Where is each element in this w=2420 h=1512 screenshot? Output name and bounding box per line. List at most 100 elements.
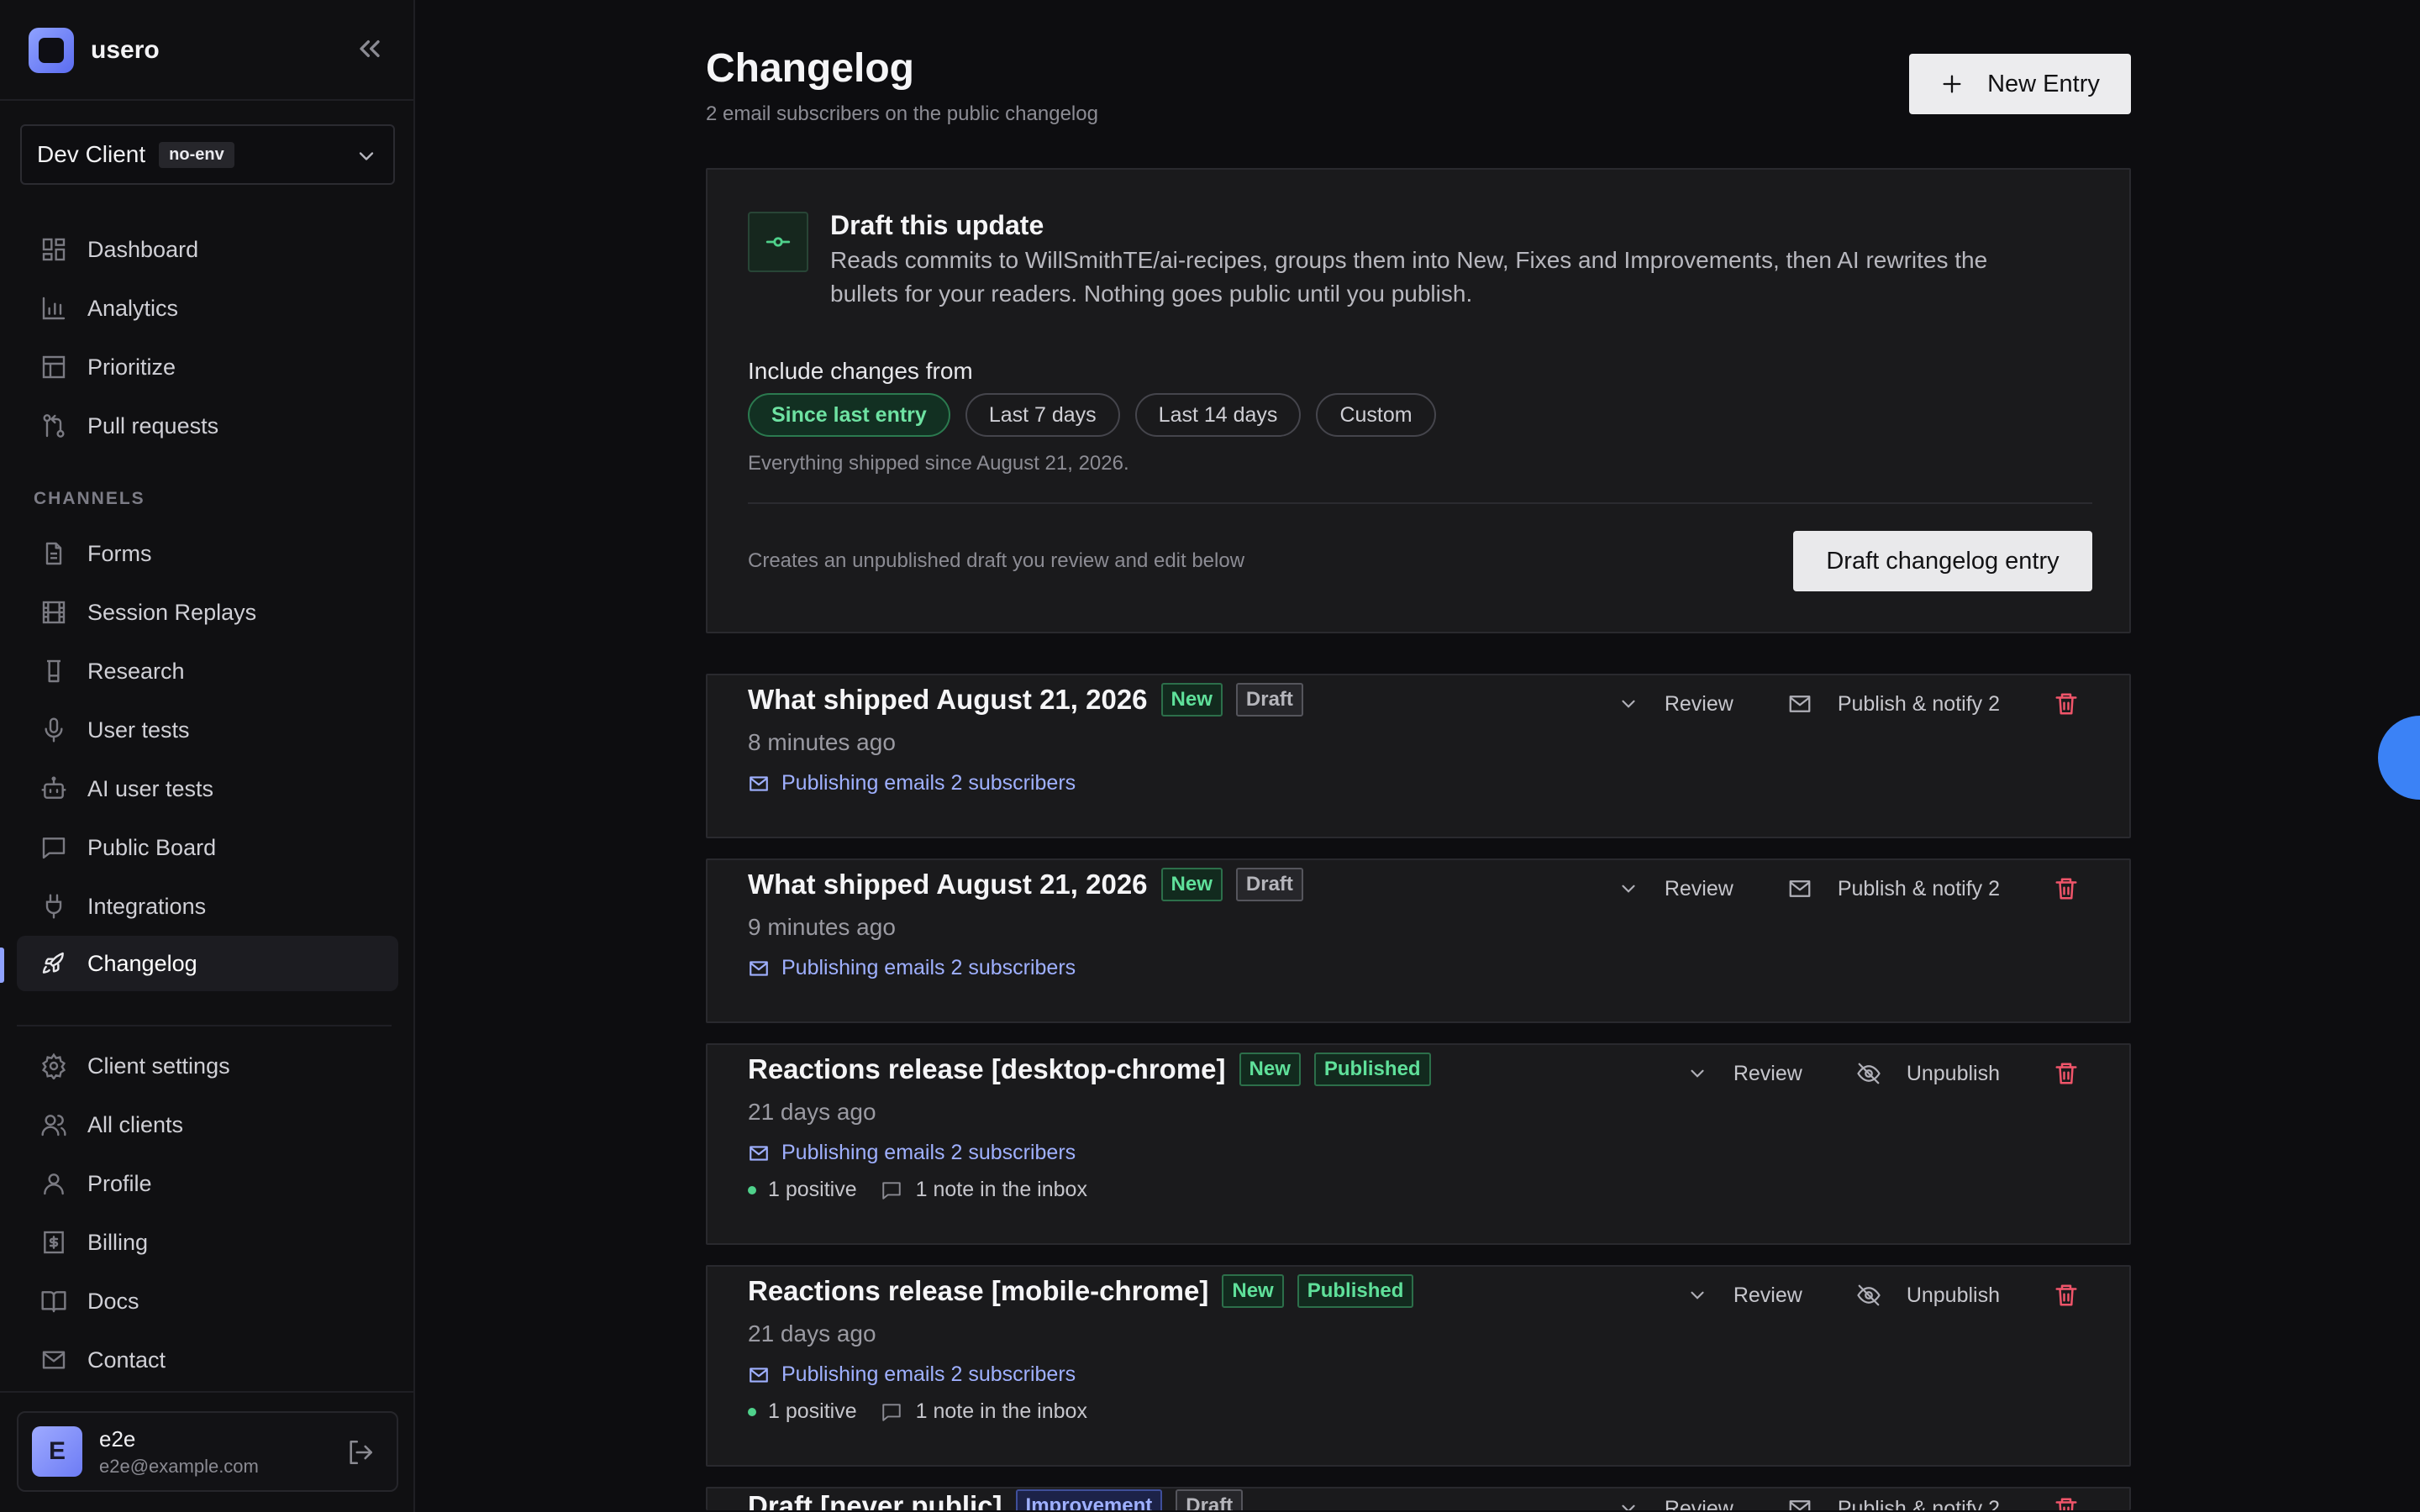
entry-mail-status[interactable]: Publishing emails 2 subscribers bbox=[748, 956, 1076, 980]
entry-title[interactable]: What shipped August 21, 2026 bbox=[748, 869, 1148, 900]
chevron-down-icon bbox=[1691, 1069, 1704, 1078]
mail-icon bbox=[750, 1367, 768, 1383]
nav-analytics[interactable]: Analytics bbox=[17, 281, 398, 336]
nav-ai-user-tests[interactable]: AI user tests bbox=[17, 761, 398, 816]
positive-count: 1 positive bbox=[768, 1178, 857, 1201]
publish-notify-button[interactable]: Publish & notify 2 bbox=[1787, 1496, 2000, 1510]
entry-title[interactable]: Reactions release [desktop-chrome] bbox=[748, 1053, 1226, 1085]
nav-docs[interactable]: Docs bbox=[17, 1273, 398, 1329]
entry-mail-status[interactable]: Publishing emails 2 subscribers bbox=[748, 1141, 1076, 1165]
entry-mail-text: Publishing emails 2 subscribers bbox=[781, 956, 1076, 979]
collapse-sidebar-icon[interactable] bbox=[353, 32, 387, 66]
range-last-14-days[interactable]: Last 14 days bbox=[1134, 393, 1302, 437]
trash-icon[interactable] bbox=[2054, 876, 2079, 901]
nav-research[interactable]: Research bbox=[17, 643, 398, 699]
mail-icon bbox=[42, 1351, 66, 1369]
users-icon bbox=[41, 1115, 66, 1137]
comment-icon bbox=[881, 1181, 901, 1200]
nav-label: Docs bbox=[87, 1288, 139, 1314]
sidebar: usero Dev Client no-env Dashboard Analyt… bbox=[0, 0, 415, 1512]
range-since-last-entry[interactable]: Since last entry bbox=[748, 393, 950, 437]
floating-help-button[interactable] bbox=[2378, 716, 2420, 800]
nav-changelog[interactable]: Changelog bbox=[17, 936, 398, 991]
positive-count: 1 positive bbox=[768, 1399, 857, 1423]
review-button[interactable]: Review bbox=[1686, 1284, 1802, 1308]
brand[interactable]: usero bbox=[29, 27, 160, 74]
entry-actions: Review Publish & notify 2 bbox=[1564, 872, 2079, 906]
entry-mail-text: Publishing emails 2 subscribers bbox=[781, 771, 1076, 795]
rocket-icon bbox=[42, 952, 64, 974]
range-hint: Everything shipped since August 21, 2026… bbox=[748, 452, 1129, 475]
new-entry-label: New Entry bbox=[1987, 70, 2100, 97]
nav-user-tests[interactable]: User tests bbox=[17, 702, 398, 758]
review-label: Review bbox=[1664, 691, 1733, 716]
nav-all-clients[interactable]: All clients bbox=[17, 1097, 398, 1152]
changelog-entry: What shipped August 21, 2026 New Draft 8… bbox=[706, 674, 2131, 838]
nav-prioritize[interactable]: Prioritize bbox=[17, 339, 398, 395]
nav-label: User tests bbox=[87, 717, 190, 743]
trash-icon[interactable] bbox=[2054, 1283, 2079, 1308]
dashboard-icon bbox=[42, 238, 66, 261]
new-entry-button[interactable]: New Entry bbox=[1909, 54, 2131, 114]
review-button[interactable]: Review bbox=[1618, 877, 1733, 901]
nav-public-board[interactable]: Public Board bbox=[17, 820, 398, 875]
active-nav-indicator bbox=[0, 948, 4, 983]
notes-count[interactable]: 1 note in the inbox bbox=[916, 1399, 1087, 1424]
review-button[interactable]: Review bbox=[1618, 1497, 1733, 1510]
trash-icon[interactable] bbox=[2054, 691, 2079, 717]
git-commit-icon bbox=[748, 212, 808, 272]
unpublish-button[interactable]: Unpublish bbox=[1856, 1061, 2000, 1086]
nav-dashboard[interactable]: Dashboard bbox=[17, 222, 398, 277]
entry-title[interactable]: Draft [never public] bbox=[748, 1490, 1002, 1510]
badge-new: New bbox=[1160, 683, 1223, 717]
entry-stats: 1 positive 1 note in the inbox bbox=[748, 1178, 1087, 1202]
entry-mail-status[interactable]: Publishing emails 2 subscribers bbox=[748, 1362, 1076, 1387]
nav-contact[interactable]: Contact bbox=[17, 1332, 398, 1388]
comment-icon bbox=[881, 1403, 901, 1421]
user-email: e2e@example.com bbox=[99, 1455, 259, 1477]
trash-icon[interactable] bbox=[2054, 1496, 2079, 1510]
chevron-down-icon bbox=[1622, 700, 1635, 708]
page-subtitle: 2 email subscribers on the public change… bbox=[706, 102, 1098, 125]
nav-client-settings[interactable]: Client settings bbox=[17, 1038, 398, 1094]
nav-billing[interactable]: Billing bbox=[17, 1215, 398, 1270]
changelog-entry: What shipped August 21, 2026 New Draft 9… bbox=[706, 858, 2131, 1023]
entry-title[interactable]: What shipped August 21, 2026 bbox=[748, 684, 1148, 716]
badge-new: New bbox=[1222, 1274, 1284, 1308]
nav-integrations[interactable]: Integrations bbox=[17, 879, 398, 934]
range-last-7-days[interactable]: Last 7 days bbox=[965, 393, 1120, 437]
nav-label: Dashboard bbox=[87, 236, 199, 262]
nav-session-replays[interactable]: Session Replays bbox=[17, 585, 398, 640]
entry-stats: 1 positive 1 note in the inbox bbox=[748, 1399, 1087, 1424]
review-button[interactable]: Review bbox=[1618, 692, 1733, 717]
nav-pull-requests[interactable]: Pull requests bbox=[17, 398, 398, 454]
draft-changelog-entry-button[interactable]: Draft changelog entry bbox=[1793, 531, 2092, 591]
unpublish-button[interactable]: Unpublish bbox=[1856, 1283, 2000, 1308]
user-card[interactable]: E e2e e2e@example.com bbox=[17, 1411, 398, 1492]
eye-off-icon bbox=[1857, 1063, 1881, 1084]
review-label: Review bbox=[1733, 1283, 1802, 1307]
nav-forms[interactable]: Forms bbox=[17, 526, 398, 581]
entry-time: 21 days ago bbox=[748, 1320, 876, 1347]
trash-icon[interactable] bbox=[2054, 1061, 2079, 1086]
entry-mail-status[interactable]: Publishing emails 2 subscribers bbox=[748, 771, 1076, 795]
range-pills: Since last entry Last 7 days Last 14 day… bbox=[748, 393, 1436, 437]
robot-icon bbox=[41, 776, 66, 799]
publish-notify-button[interactable]: Publish & notify 2 bbox=[1787, 691, 2000, 717]
positive-dot-icon bbox=[748, 1407, 756, 1416]
plug-icon bbox=[45, 894, 62, 919]
positive-dot-icon bbox=[748, 1185, 756, 1194]
publish-notify-button[interactable]: Publish & notify 2 bbox=[1787, 876, 2000, 901]
range-custom[interactable]: Custom bbox=[1316, 393, 1436, 437]
entry-title[interactable]: Reactions release [mobile-chrome] bbox=[748, 1275, 1208, 1307]
flask-icon bbox=[47, 659, 60, 683]
review-button[interactable]: Review bbox=[1686, 1062, 1802, 1086]
logout-icon[interactable] bbox=[346, 1438, 375, 1467]
changelog-entry: Reactions release [mobile-chrome] New Pu… bbox=[706, 1265, 2131, 1467]
client-selector[interactable]: Dev Client no-env bbox=[20, 124, 395, 185]
nav-profile[interactable]: Profile bbox=[17, 1156, 398, 1211]
user-info: e2e e2e@example.com bbox=[99, 1426, 259, 1478]
action-label: Publish & notify 2 bbox=[1837, 691, 2000, 716]
book-icon bbox=[41, 1291, 66, 1313]
notes-count[interactable]: 1 note in the inbox bbox=[916, 1178, 1087, 1202]
